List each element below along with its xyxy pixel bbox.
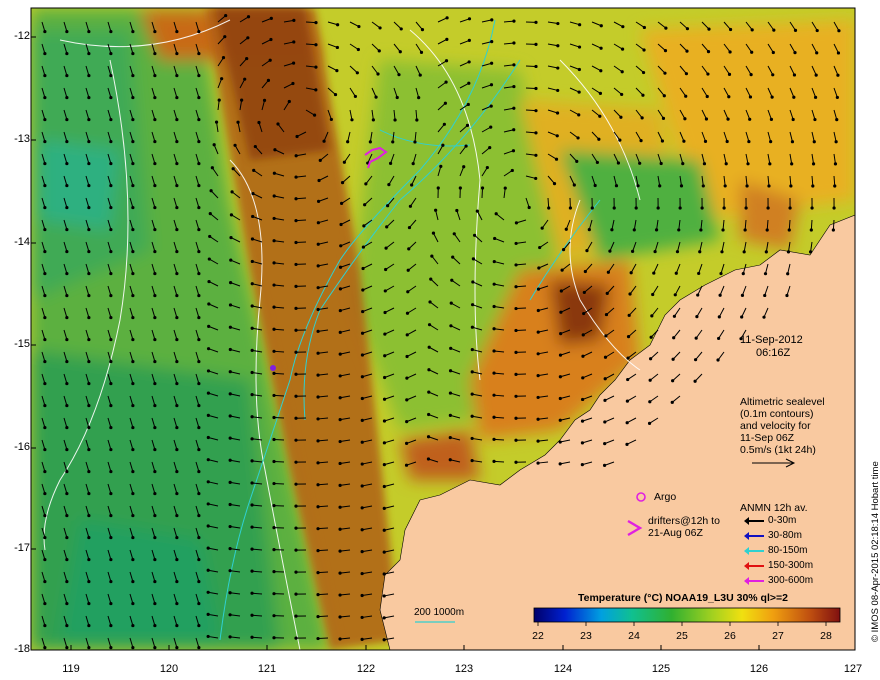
anmn-legend-item: 300-600m — [744, 575, 813, 586]
anmn-legend-title: ANMN 12h av. — [740, 502, 808, 514]
anmn-legend-item: 30-80m — [744, 530, 802, 541]
drifters-legend-line: 21-Aug 06Z — [648, 527, 703, 539]
colorbar — [533, 607, 841, 623]
colorbar-title: Temperature (°C) NOAA19_L3U 30% ql>=2 — [578, 592, 788, 604]
anmn-legend-item: 80-150m — [744, 545, 807, 556]
lon-tick-label: 127 — [843, 663, 863, 675]
lat-tick-label: -13 — [14, 133, 30, 145]
lon-tick-label: 122 — [356, 663, 376, 675]
isobath-scale-label: 200 1000m — [414, 607, 465, 618]
anmn-legend-item: 150-300m — [744, 560, 813, 571]
lon-tick-label: 126 — [749, 663, 769, 675]
lat-tick-label: -15 — [14, 338, 30, 350]
date-label: 11-Sep-2012 — [740, 334, 803, 346]
lon-tick-label: 124 — [553, 663, 573, 675]
time-label: 06:16Z — [756, 347, 791, 359]
lon-tick-label: 123 — [454, 663, 474, 675]
anmn-legend-item: 0-30m — [744, 515, 796, 526]
altimetry-line: (0.1m contours) — [740, 408, 814, 420]
drifters-legend-line: drifters@12h to — [648, 515, 720, 527]
colorbar-tick: 25 — [676, 630, 688, 642]
altimetry-line: 0.5m/s (1kt 24h) — [740, 444, 816, 456]
colorbar-tick: 26 — [724, 630, 736, 642]
colorbar-tick: 23 — [580, 630, 592, 642]
altimetry-line: 11-Sep 06Z — [740, 432, 795, 444]
colorbar-tick: 24 — [628, 630, 640, 642]
lon-tick-label: 120 — [159, 663, 179, 675]
lon-tick-label: 121 — [257, 663, 277, 675]
colorbar-tick: 27 — [772, 630, 784, 642]
argo-legend-label: Argo — [654, 491, 677, 503]
lat-tick-label: -14 — [14, 236, 30, 248]
credit-text: © IMOS 08-Apr-2015 02:18:14 Hobart time — [870, 461, 880, 642]
lat-tick-label: -12 — [14, 30, 30, 42]
lat-tick-label: -18 — [14, 643, 30, 655]
lon-tick-label: 119 — [62, 663, 80, 675]
lat-tick-label: -17 — [14, 542, 30, 554]
altimetry-line: Altimetric sealevel — [740, 396, 825, 408]
colorbar-tick: 28 — [820, 630, 832, 642]
lat-tick-label: -16 — [14, 441, 30, 453]
colorbar-tick: 22 — [532, 630, 544, 642]
altimetry-line: and velocity for — [740, 420, 811, 432]
lon-tick-label: 125 — [651, 663, 671, 675]
